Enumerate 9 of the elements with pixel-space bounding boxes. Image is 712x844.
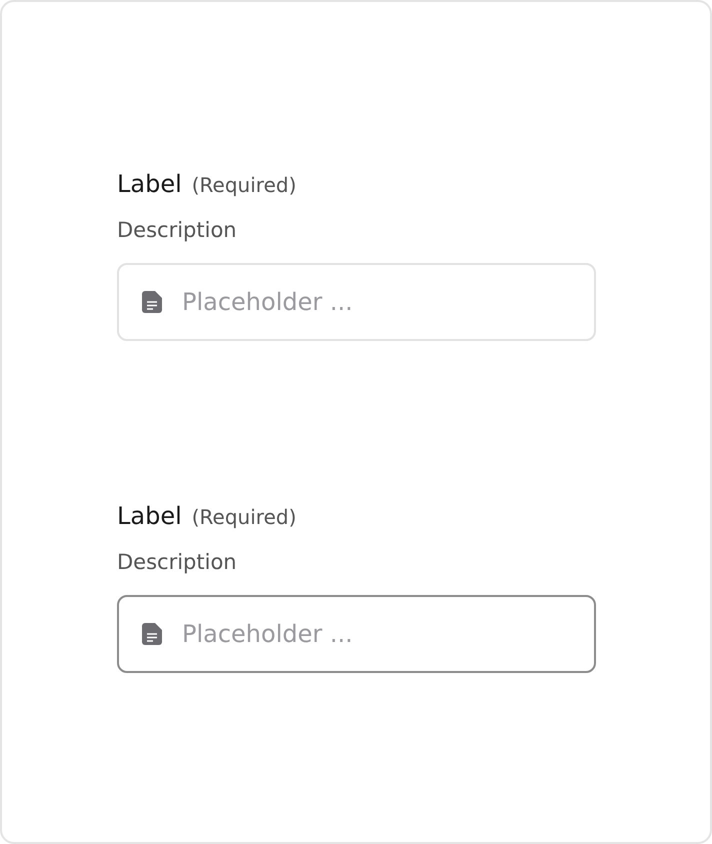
field-description: Description xyxy=(117,549,237,576)
required-note: (Required) xyxy=(192,504,296,531)
document-icon xyxy=(142,291,162,313)
required-note: (Required) xyxy=(192,172,296,199)
field-label: Label xyxy=(117,169,182,200)
input-field[interactable]: Placeholder ... xyxy=(117,595,596,673)
field-description: Description xyxy=(117,217,237,244)
field-label: Label xyxy=(117,501,182,532)
document-icon xyxy=(142,623,162,645)
